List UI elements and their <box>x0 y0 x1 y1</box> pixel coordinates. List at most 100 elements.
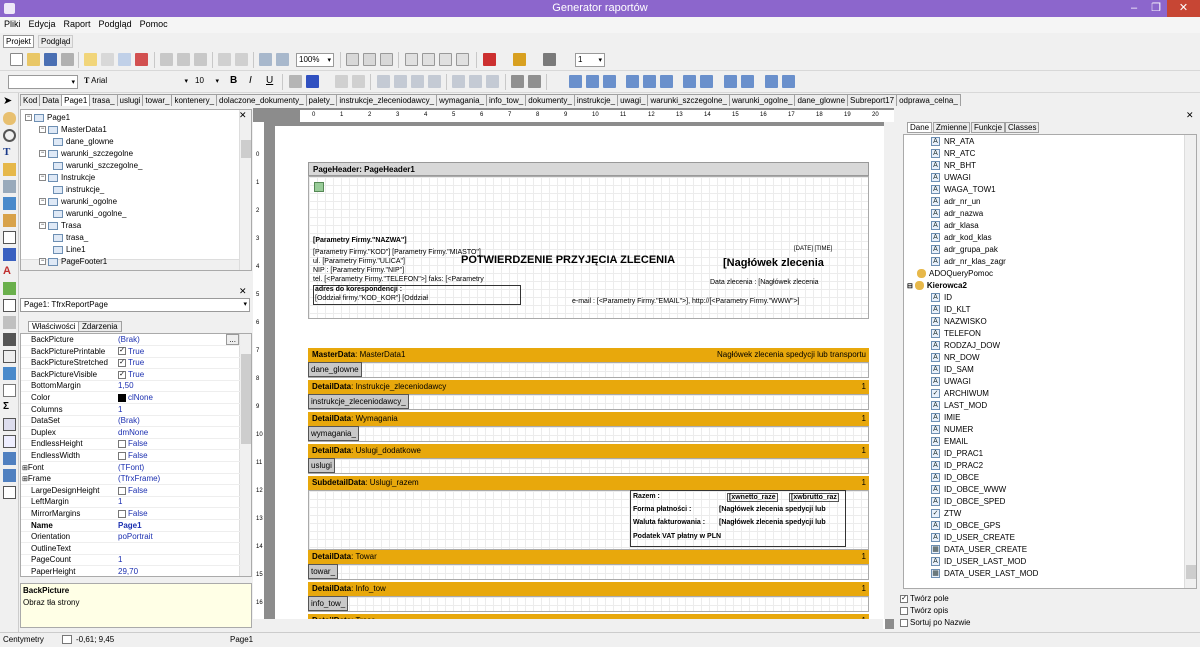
ole-icon[interactable] <box>3 418 16 431</box>
align-center-icon[interactable] <box>394 75 407 88</box>
field-item[interactable]: A UWAGI <box>931 377 971 389</box>
same-width-icon[interactable] <box>765 75 778 88</box>
band-memo-field[interactable]: info_tow_ <box>308 596 349 611</box>
header-label-field[interactable]: [Nagłówek zlecenia <box>723 257 824 269</box>
property-value[interactable]: 1,50 <box>118 381 134 390</box>
tree-node[interactable]: instrukcje_ <box>53 185 104 194</box>
tab-projekt[interactable]: Projekt <box>3 35 34 48</box>
firm-name-field[interactable]: [Parametry Firmy."NAZWA"] <box>313 237 407 244</box>
paste-icon[interactable] <box>194 53 207 66</box>
redo-icon[interactable] <box>235 53 248 66</box>
menu-podglad[interactable]: Podgląd <box>95 17 136 31</box>
minimize-button[interactable]: – <box>1123 0 1145 17</box>
page-tab[interactable]: instrukcje_zleceniodawcy_ <box>336 94 438 106</box>
field-item[interactable]: A ID_PRAC1 <box>931 449 983 461</box>
field-item[interactable]: A LAST_MOD <box>931 401 987 413</box>
checkbox-icon[interactable] <box>118 486 126 495</box>
expand-icon[interactable]: − <box>39 258 46 266</box>
property-value[interactable]: ✓ True <box>118 347 144 356</box>
summary-box[interactable]: Razem : Forma płatności : Waluta fakturo… <box>630 490 846 547</box>
format-painter-icon[interactable] <box>3 163 16 176</box>
snap-grid-icon[interactable] <box>528 75 541 88</box>
page-tab[interactable]: warunki_szczegolne_ <box>647 94 730 106</box>
cut-icon[interactable] <box>160 53 173 66</box>
property-row[interactable]: ⊞Frame (TfrxFrame) <box>21 473 241 486</box>
field-item[interactable]: Aadr_klasa <box>931 221 979 233</box>
tree-node[interactable]: − warunki_szczegolne <box>39 149 133 158</box>
field-item[interactable]: A EMAIL <box>931 437 968 449</box>
space-vertical-icon[interactable] <box>700 75 713 88</box>
field-item[interactable]: Aadr_nazwa <box>931 209 983 221</box>
font-color-icon[interactable] <box>306 75 319 88</box>
crossview-icon[interactable] <box>3 333 16 346</box>
field-item[interactable]: A WAGA_TOW1 <box>931 185 996 197</box>
property-row[interactable]: DataSet (Brak) <box>21 415 241 428</box>
valign-bottom-icon[interactable] <box>486 75 499 88</box>
page-tab[interactable]: uslugi <box>116 94 144 106</box>
align-right-icon[interactable] <box>411 75 424 88</box>
expand-icon[interactable]: − <box>39 174 46 182</box>
property-row[interactable]: PaperHeight 29,70 <box>21 566 241 576</box>
tree-node[interactable]: − MasterData1 <box>39 125 107 134</box>
property-value[interactable]: 1 <box>118 405 122 414</box>
tree-node[interactable]: − warunki_ogolne <box>39 197 117 206</box>
field-item[interactable]: A TELEFON <box>931 329 981 341</box>
show-grid-icon[interactable] <box>511 75 524 88</box>
page-tab[interactable]: Subreport17 <box>847 94 898 106</box>
menu-raport[interactable]: Raport <box>60 17 95 31</box>
property-row[interactable]: ⊞Font (TFont) <box>21 462 241 474</box>
delete-page-icon[interactable] <box>135 53 148 66</box>
page-tab[interactable]: uwagi_ <box>617 94 649 106</box>
valign-middle-icon[interactable] <box>469 75 482 88</box>
field-item[interactable]: A ID <box>931 293 952 305</box>
property-value[interactable]: False <box>118 486 148 495</box>
expand-icon[interactable]: − <box>39 126 46 134</box>
platnosc-field[interactable]: [Nagłówek zlecenia spedycji lub <box>719 506 826 513</box>
band-content[interactable] <box>308 458 869 474</box>
property-row[interactable]: Orientation poPortrait <box>21 531 241 544</box>
open-icon[interactable] <box>27 53 40 66</box>
band-content[interactable] <box>308 362 869 378</box>
tree-node[interactable]: − PageFooter1 <box>39 257 107 266</box>
page-tab[interactable]: info_tow_ <box>485 94 527 106</box>
font-name-select[interactable]: T Arial ▾ <box>82 75 190 89</box>
expand-icon[interactable]: − <box>39 150 46 158</box>
align-lefts-icon[interactable] <box>569 75 582 88</box>
page-tab[interactable]: instrukcje_ <box>573 94 619 106</box>
band-memo-field[interactable]: towar_ <box>308 564 339 579</box>
field-item[interactable]: A ID_USER_LAST_MOD <box>931 557 1026 569</box>
property-row[interactable]: LargeDesignHeight False <box>21 485 241 497</box>
tab-dane[interactable]: Dane <box>907 122 933 133</box>
property-value[interactable]: (Brak) <box>118 416 140 425</box>
close-button[interactable]: ✕ <box>1167 0 1200 17</box>
field-item[interactable]: ▦ DATA_USER_CREATE <box>931 545 1027 557</box>
page-tab[interactable]: warunki_ogolne_ <box>728 94 796 106</box>
table-icon[interactable] <box>3 435 16 448</box>
tree-node[interactable]: − Page1 <box>25 113 70 122</box>
checkbox-icon[interactable] <box>900 618 908 627</box>
date-time-field[interactable]: [DATE] [TIME] <box>794 246 832 252</box>
property-value[interactable]: ✓ True <box>118 370 144 379</box>
property-row[interactable]: BackPicturePrintable ✓ True <box>21 346 241 358</box>
checkbox-icon[interactable] <box>118 509 126 518</box>
tree-node[interactable]: trasa_ <box>53 233 88 242</box>
page-tab[interactable]: odprawa_celna_ <box>896 94 961 106</box>
order-date-field[interactable]: Data zlecenia : [Nagłówek zlecenia <box>710 279 819 286</box>
undo-icon[interactable] <box>218 53 231 66</box>
subreport-icon[interactable] <box>3 316 16 329</box>
frame-top-icon[interactable] <box>422 53 435 66</box>
band-content[interactable] <box>308 596 869 612</box>
field-item[interactable]: A IMIE <box>931 413 960 425</box>
band-detaildata[interactable]: DetailData: Info_tow 1 <box>308 582 869 596</box>
property-row[interactable]: LeftMargin 1 <box>21 496 241 509</box>
same-height-icon[interactable] <box>782 75 795 88</box>
italic-button[interactable]: I <box>249 75 252 86</box>
field-item[interactable]: A NR_ATC <box>931 149 975 161</box>
property-value[interactable]: poPortrait <box>118 532 153 541</box>
valign-top-icon[interactable] <box>452 75 465 88</box>
tab-classes[interactable]: Classes <box>1005 122 1040 133</box>
object-selector[interactable]: Page1: TfrxReportPage ▾ <box>20 298 250 312</box>
property-value[interactable]: clNone <box>118 393 153 402</box>
menu-pomoc[interactable]: Pomoc <box>136 17 172 31</box>
field-item[interactable]: Aadr_kod_klas <box>931 233 992 245</box>
